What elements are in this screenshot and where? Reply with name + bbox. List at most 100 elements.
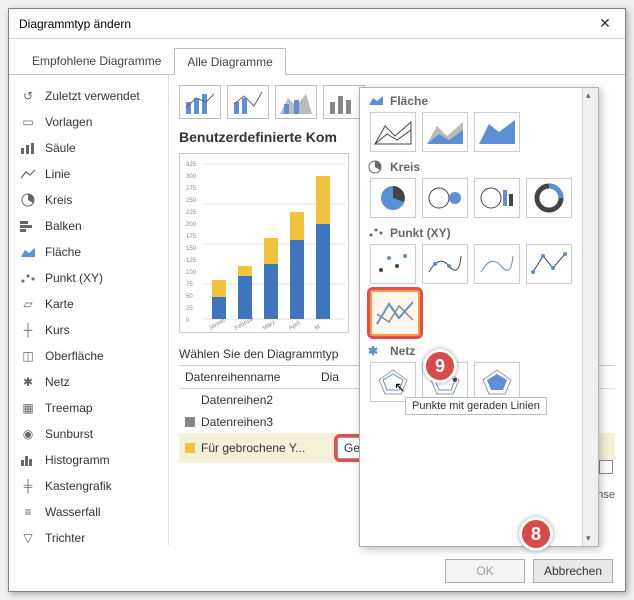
scatter-option-lines[interactable] <box>370 290 420 336</box>
chart-preview-svg: 325300275 250225200 175150125 1007550 25… <box>180 154 348 332</box>
surface-chart-icon: ◫ <box>19 349 37 363</box>
sidebar-item-label: Kreis <box>45 193 72 207</box>
scatter-option-3[interactable] <box>474 244 520 284</box>
pie-option-2[interactable] <box>422 178 468 218</box>
sidebar-item-column[interactable]: Säule <box>9 135 168 161</box>
sidebar-item-templates[interactable]: ▭Vorlagen <box>9 109 168 135</box>
sidebar-item-line[interactable]: Linie <box>9 161 168 187</box>
dialog-tabs: Empfohlene Diagramme Alle Diagramme <box>9 39 625 75</box>
histogram-chart-icon <box>19 453 37 467</box>
sidebar-item-histogram[interactable]: Histogramm <box>9 447 168 473</box>
pie-option-1[interactable] <box>370 178 416 218</box>
sidebar-item-area[interactable]: Fläche <box>9 239 168 265</box>
sidebar-item-stock[interactable]: ┼Kurs <box>9 317 168 343</box>
sidebar-item-label: Treemap <box>45 401 93 415</box>
sidebar-item-surface[interactable]: ◫ Oberfläche <box>9 343 168 369</box>
radar-option-1[interactable] <box>370 362 416 402</box>
svg-text:175: 175 <box>186 234 197 240</box>
dialog-title: Diagrammtyp ändern <box>19 17 585 31</box>
dialog-footer: OK Abbrechen <box>445 559 613 583</box>
sidebar-item-label: Punkt (XY) <box>45 271 103 285</box>
sidebar-item-label: Balken <box>45 219 82 233</box>
tab-all[interactable]: Alle Diagramme <box>174 48 285 75</box>
combo-subtype-3[interactable] <box>275 85 317 119</box>
sidebar-item-waterfall[interactable]: ≡ Wasserfall <box>9 499 168 525</box>
category-label: Punkt (XY) <box>390 226 451 240</box>
sunburst-chart-icon: ◉ <box>19 427 37 441</box>
sidebar-item-label: Oberfläche <box>45 349 104 363</box>
radar-chart-icon: ✱ <box>368 344 384 358</box>
stock-chart-icon: ┼ <box>19 323 37 337</box>
area-option-1[interactable] <box>370 112 416 152</box>
secondary-axis-col-header: nse <box>597 489 615 501</box>
cancel-button[interactable]: Abbrechen <box>533 559 613 583</box>
pie-option-4[interactable] <box>526 178 572 218</box>
scatter-chart-icon <box>19 271 37 285</box>
sidebar-item-funnel[interactable]: ▽Trichter <box>9 525 168 545</box>
close-icon[interactable]: ✕ <box>585 9 625 39</box>
svg-text:März: März <box>262 320 277 332</box>
popup-category-area: Fläche <box>360 88 598 154</box>
sidebar-item-pie[interactable]: Kreis <box>9 187 168 213</box>
waterfall-chart-icon: ≡ <box>19 505 37 519</box>
svg-text:225: 225 <box>186 210 197 216</box>
secondary-axis-checkbox[interactable] <box>599 460 613 474</box>
sidebar-item-label: Kastengrafik <box>45 479 112 493</box>
series-swatch-icon <box>185 443 195 453</box>
combo-subtype-2[interactable] <box>227 85 269 119</box>
pie-option-3[interactable] <box>474 178 520 218</box>
sidebar-item-bar[interactable]: Balken <box>9 213 168 239</box>
radar-option-3[interactable] <box>474 362 520 402</box>
scatter-option-2[interactable] <box>422 244 468 284</box>
area-option-3[interactable] <box>474 112 520 152</box>
sidebar-item-map[interactable]: ▱Karte <box>9 291 168 317</box>
sidebar-item-sunburst[interactable]: ◉ Sunburst <box>9 421 168 447</box>
area-option-2[interactable] <box>422 112 468 152</box>
series-name-label: Für gebrochene Y... <box>201 441 331 455</box>
boxplot-chart-icon: ╪ <box>19 479 37 493</box>
bar-chart-icon <box>19 219 37 233</box>
svg-text:125: 125 <box>186 258 197 264</box>
category-label: Netz <box>390 344 415 358</box>
popup-category-scatter: Punkt (XY) <box>360 220 598 338</box>
sidebar-item-radar[interactable]: ✱Netz <box>9 369 168 395</box>
titlebar: Diagrammtyp ändern ✕ <box>9 9 625 39</box>
svg-text:300: 300 <box>186 174 197 180</box>
templates-icon: ▭ <box>19 115 37 129</box>
svg-text:200: 200 <box>186 222 197 228</box>
line-chart-icon <box>19 167 37 181</box>
series-name-label: Datenreihen2 <box>201 393 331 407</box>
category-label: Kreis <box>390 160 420 174</box>
change-chart-type-dialog: Diagrammtyp ändern ✕ Empfohlene Diagramm… <box>8 8 626 592</box>
svg-text:0: 0 <box>186 318 190 324</box>
sidebar-item-label: Säule <box>45 141 76 155</box>
callout-8: 8 <box>519 517 553 551</box>
svg-text:75: 75 <box>186 282 193 288</box>
svg-text:April: April <box>288 321 301 332</box>
sidebar-item-scatter[interactable]: Punkt (XY) <box>9 265 168 291</box>
sidebar-item-label: Sunburst <box>45 427 93 441</box>
callout-9: 9 <box>423 349 457 383</box>
sidebar-item-treemap[interactable]: ▦ Treemap <box>9 395 168 421</box>
svg-text:250: 250 <box>186 198 197 204</box>
svg-text:275: 275 <box>186 186 197 192</box>
scatter-option-1[interactable] <box>370 244 416 284</box>
col-series-name: Datenreihenname <box>185 370 315 384</box>
popup-scrollbar[interactable] <box>582 88 598 546</box>
category-label: Fläche <box>390 94 428 108</box>
svg-text:100: 100 <box>186 270 197 276</box>
svg-text:25: 25 <box>186 306 193 312</box>
sidebar-item-label: Wasserfall <box>45 505 101 519</box>
combo-subtype-1[interactable] <box>179 85 221 119</box>
sidebar-item-recent[interactable]: ↺Zuletzt verwendet <box>9 83 168 109</box>
ok-button[interactable]: OK <box>445 559 525 583</box>
sidebar-item-boxplot[interactable]: ╪ Kastengrafik <box>9 473 168 499</box>
scatter-option-4[interactable] <box>526 244 572 284</box>
series-swatch-icon <box>185 395 195 405</box>
treemap-chart-icon: ▦ <box>19 401 37 415</box>
sidebar-item-label: Fläche <box>45 245 81 259</box>
chart-type-popup: Fläche Kreis Punkt (XY) <box>359 87 599 547</box>
recent-icon: ↺ <box>19 89 37 103</box>
tab-recommended[interactable]: Empfohlene Diagramme <box>19 47 174 74</box>
funnel-chart-icon: ▽ <box>19 531 37 545</box>
